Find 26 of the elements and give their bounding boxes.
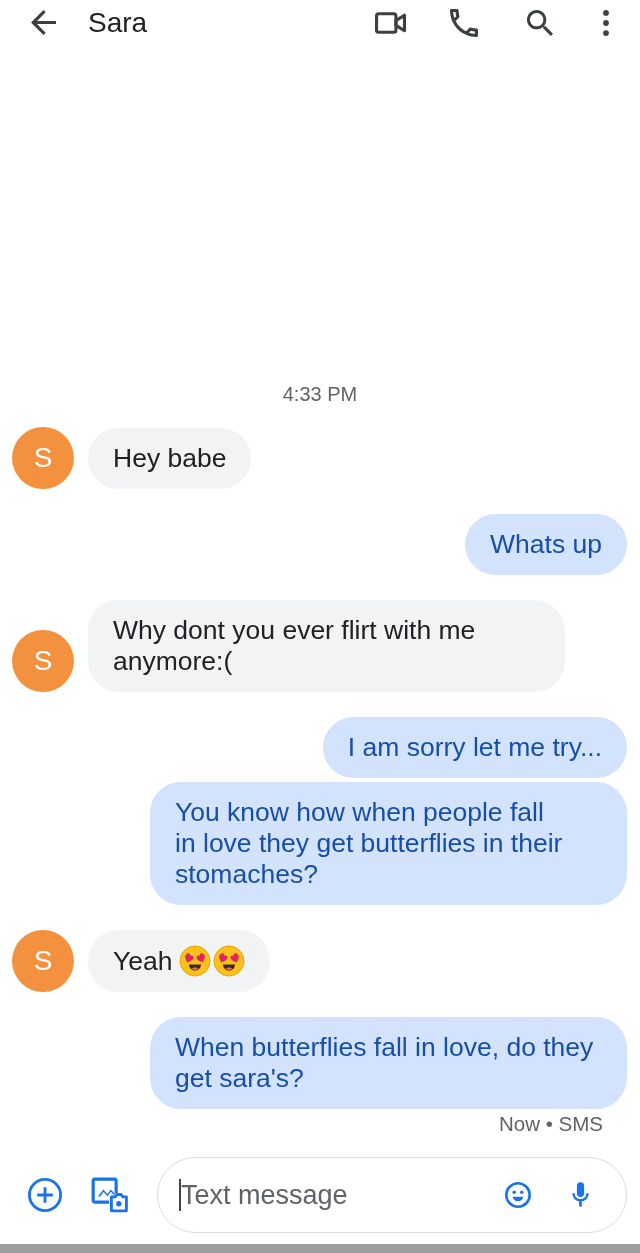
search-icon[interactable] <box>527 9 553 36</box>
message-text: Hey babe <box>113 443 227 474</box>
message-input[interactable]: Text message <box>157 1157 627 1233</box>
avatar: S <box>12 630 74 692</box>
message-text: When butterflies fall in love, do they get sara's? <box>175 1032 595 1094</box>
gallery-camera-icon[interactable] <box>90 1176 128 1214</box>
message-text: You know how when people fall in love they get butterflies in their stomaches? <box>175 797 564 890</box>
contact-name: Sara <box>88 6 148 39</box>
timestamp: 4:33 PM <box>281 382 359 406</box>
video-call-icon[interactable] <box>375 11 406 34</box>
text-cursor <box>179 1179 181 1211</box>
message-status: Now • SMS <box>498 1112 604 1136</box>
avatar: S <box>12 930 74 992</box>
add-circle-icon[interactable] <box>28 1178 62 1212</box>
message-text: Why dont you ever flirt with me anymore:( <box>113 615 477 677</box>
message-text: I am sorry let me try... <box>347 732 602 763</box>
message-text: Whats up <box>490 529 602 560</box>
avatar: S <box>12 427 74 489</box>
heart-eyes-emoji-icon <box>213 945 246 977</box>
phone-icon[interactable] <box>450 8 478 37</box>
emoji-icon[interactable] <box>505 1182 531 1208</box>
more-options-icon[interactable] <box>603 9 609 36</box>
back-arrow-icon[interactable] <box>31 10 56 35</box>
microphone-icon[interactable] <box>572 1181 589 1208</box>
heart-eyes-emoji-icon <box>179 945 212 977</box>
message-text: Yeah <box>113 945 173 977</box>
